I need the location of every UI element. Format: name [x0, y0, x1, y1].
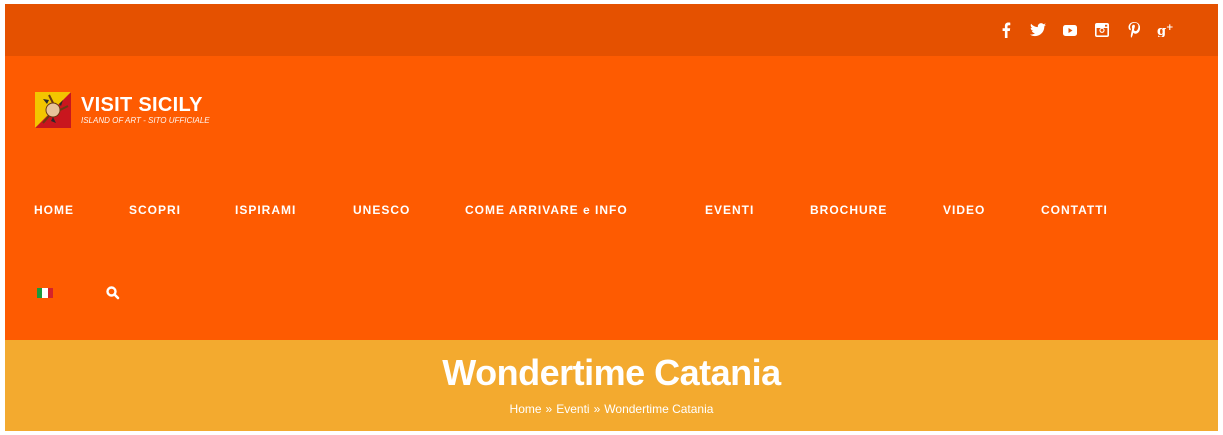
site-logo[interactable]: VISIT SICILY ISLAND OF ART - SITO UFFICI…	[35, 92, 210, 128]
page-frame: g + VISIT SICILY ISLAND OF ART - SITO UFF…	[5, 4, 1218, 431]
breadcrumb-separator: »	[593, 402, 601, 416]
svg-text:g: g	[1157, 24, 1166, 37]
trinacria-logo-icon	[35, 92, 71, 128]
breadcrumb-current: Wondertime Catania	[604, 402, 714, 416]
pinterest-icon[interactable]	[1118, 4, 1150, 56]
site-header: VISIT SICILY ISLAND OF ART - SITO UFFICI…	[5, 56, 1218, 340]
nav-item-contatti[interactable]: CONTATTI	[1041, 191, 1108, 229]
nav-item-eventi[interactable]: EVENTI	[705, 191, 754, 229]
nav-item-scopri[interactable]: SCOPRI	[129, 191, 181, 229]
breadcrumb: Home » Eventi » Wondertime Catania	[5, 402, 1218, 416]
nav-item-come-arrivare[interactable]: COME ARRIVARE e INFO	[465, 191, 628, 229]
youtube-icon[interactable]	[1054, 4, 1086, 56]
italian-flag-icon[interactable]	[37, 288, 53, 298]
google-plus-icon[interactable]: g +	[1150, 4, 1182, 56]
breadcrumb-eventi[interactable]: Eventi	[556, 402, 589, 416]
search-icon[interactable]	[105, 285, 121, 301]
nav-item-video[interactable]: VIDEO	[943, 191, 985, 229]
logo-tagline: ISLAND OF ART - SITO UFFICIALE	[81, 116, 210, 125]
facebook-icon[interactable]	[990, 4, 1022, 56]
breadcrumb-home[interactable]: Home	[510, 402, 542, 416]
nav-item-brochure[interactable]: BROCHURE	[810, 191, 887, 229]
breadcrumb-separator: »	[545, 402, 553, 416]
instagram-icon[interactable]	[1086, 4, 1118, 56]
page-title: Wondertime Catania	[442, 352, 781, 393]
twitter-icon[interactable]	[1022, 4, 1054, 56]
svg-text:+: +	[1166, 23, 1174, 33]
nav-item-ispirami[interactable]: ISPIRAMI	[235, 191, 296, 229]
social-links: g +	[990, 4, 1182, 56]
top-bar: g +	[5, 4, 1218, 56]
page-title-bar: Wondertime Catania Home » Eventi » Wonde…	[5, 340, 1218, 431]
nav-item-unesco[interactable]: UNESCO	[353, 191, 410, 229]
logo-title: VISIT SICILY	[81, 94, 203, 116]
nav-item-home[interactable]: HOME	[34, 191, 74, 229]
